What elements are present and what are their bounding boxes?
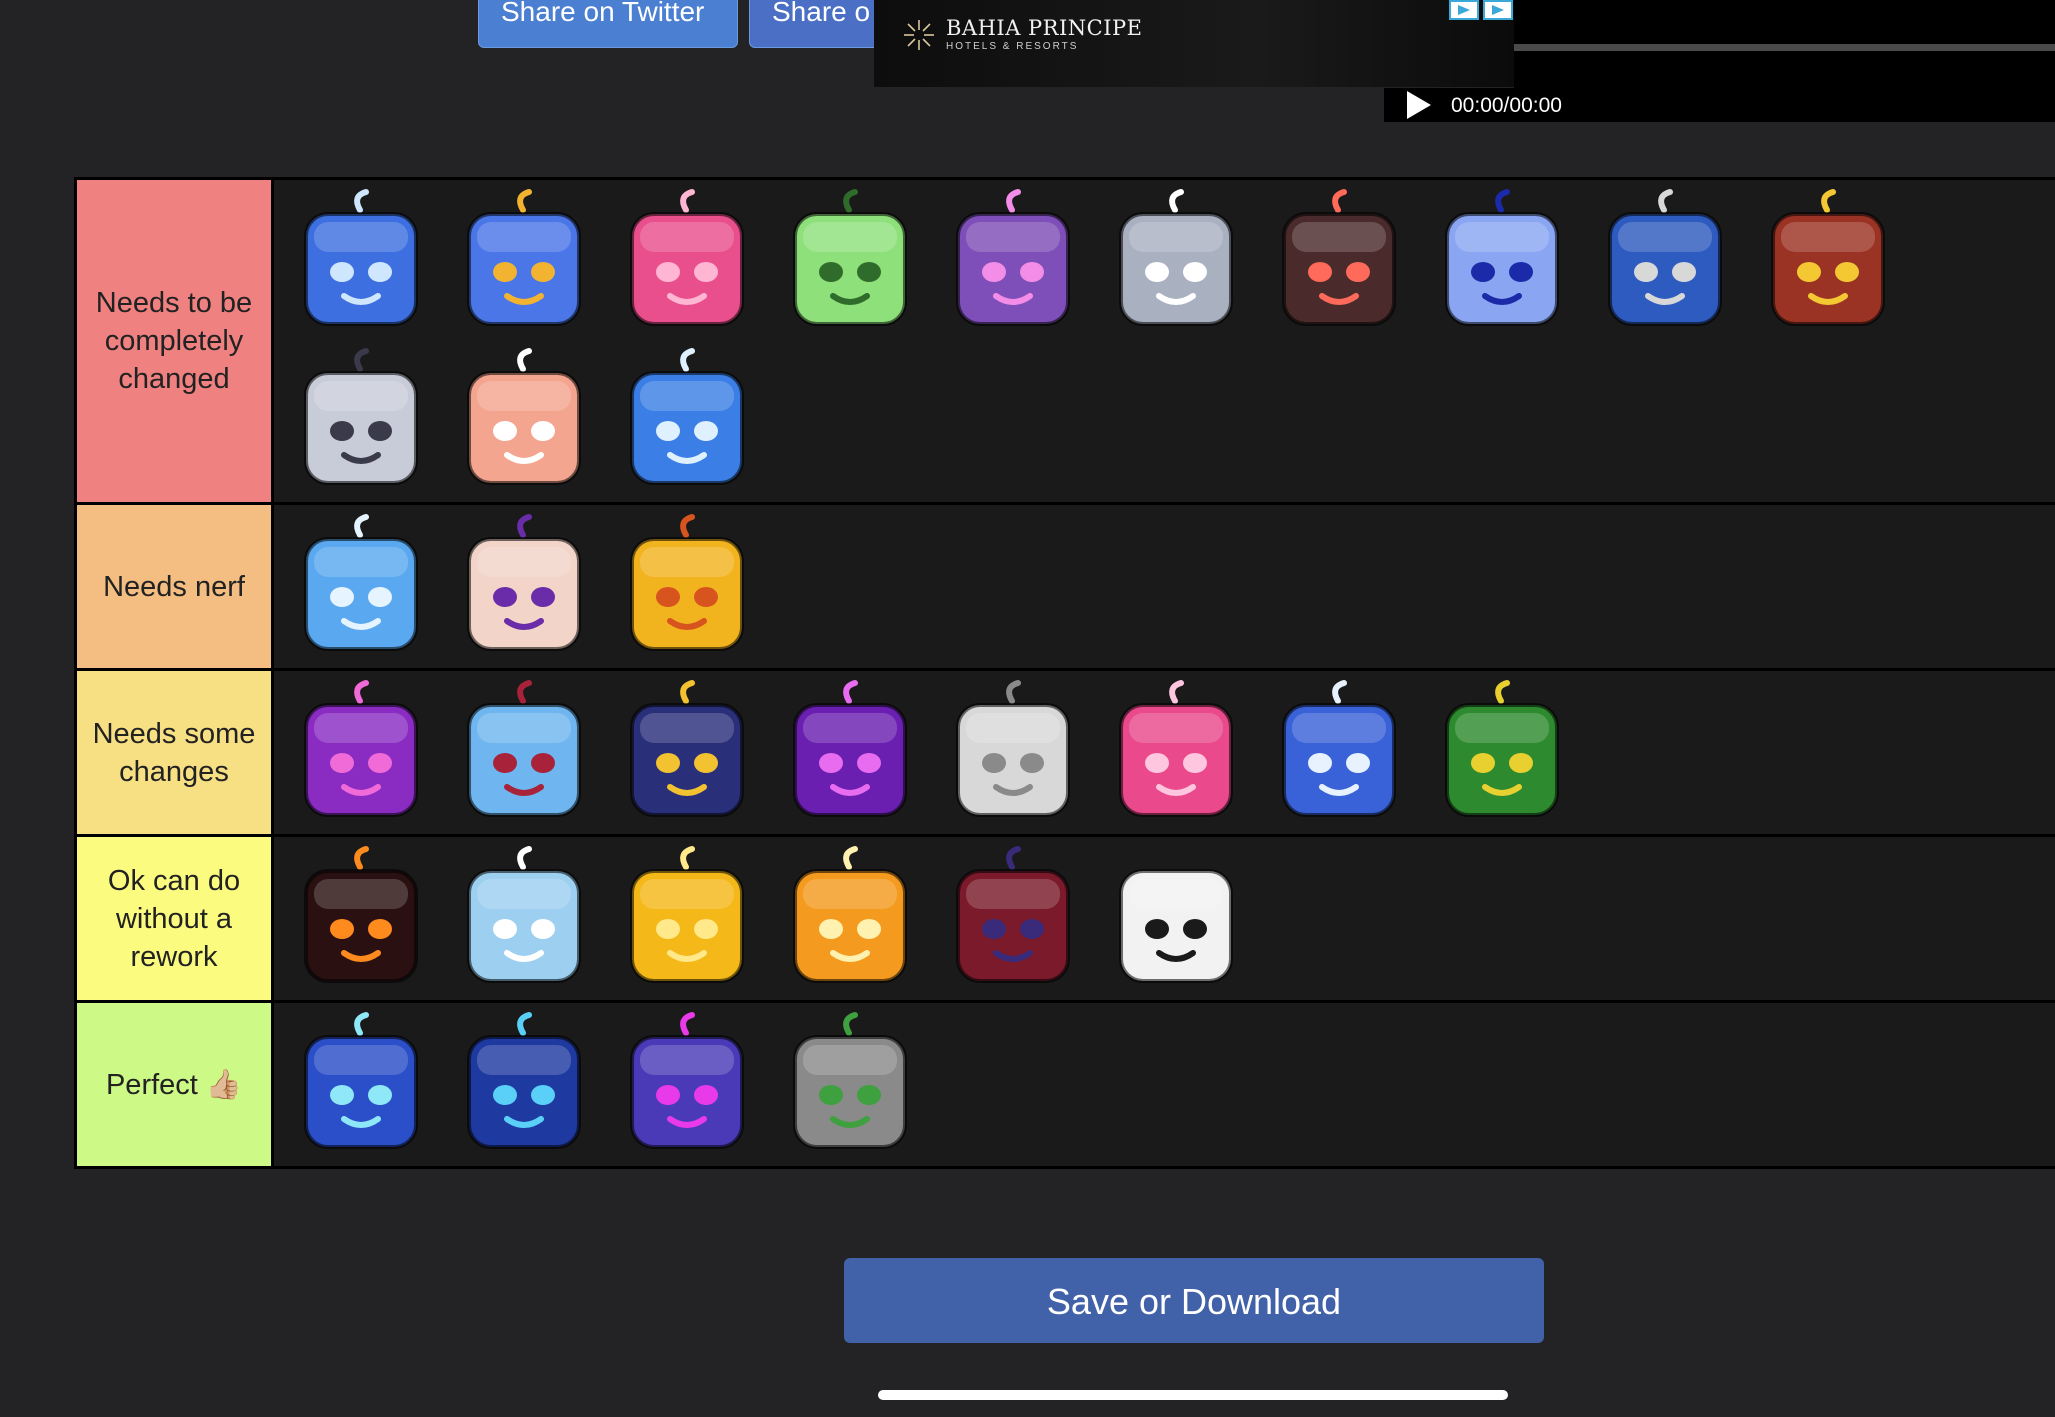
tier-items [274, 180, 2055, 502]
mammoth-fruit-icon[interactable] [610, 679, 763, 832]
play-icon[interactable] [1404, 88, 1434, 122]
home-indicator[interactable] [878, 1390, 1508, 1400]
grey-dragon-fruit-icon[interactable] [773, 1011, 926, 1164]
bandage-pink-fruit-icon[interactable] [447, 347, 600, 500]
video-progress-track[interactable] [1514, 44, 2055, 51]
green-smile-fruit-icon[interactable] [773, 188, 926, 341]
tier-items [274, 837, 2055, 1000]
bird-wing-fruit-icon[interactable] [1751, 188, 1904, 341]
cloud-face-fruit-icon[interactable] [284, 188, 437, 341]
tier-label[interactable]: Needs nerf [74, 505, 274, 668]
grey-wolf-fruit-icon[interactable] [1099, 188, 1252, 341]
tier-row: Needs to be completely changed [74, 180, 2055, 505]
tier-label[interactable]: Perfect 👍🏼 [74, 1003, 274, 1166]
purple-eye-fruit-icon[interactable] [610, 1011, 763, 1164]
tier-label[interactable]: Needs to be completely changed [74, 180, 274, 502]
tier-items [274, 505, 2055, 668]
dark-bomb-fruit-icon[interactable] [1262, 188, 1415, 341]
dragon-crown-fruit-icon[interactable] [447, 188, 600, 341]
tier-label[interactable]: Ok can do without a rework [74, 837, 274, 1000]
tier-items [274, 1003, 2055, 1166]
fluffy-cloud-fruit-icon[interactable] [1425, 188, 1578, 341]
save-download-button[interactable]: Save or Download [844, 1258, 1544, 1343]
share-twitter-button[interactable]: Share on Twitter [478, 0, 738, 48]
tier-row: Needs nerf [74, 505, 2055, 671]
pink-heart-fruit-icon[interactable] [1099, 679, 1252, 832]
orange-star-fruit-icon[interactable] [773, 845, 926, 998]
white-stone-fruit-icon[interactable] [284, 347, 437, 500]
planet-ring-fruit-icon[interactable] [936, 188, 1089, 341]
tier-items [274, 671, 2055, 834]
bat-wing-fruit-icon[interactable] [284, 679, 437, 832]
spiral-blue-fruit-icon[interactable] [284, 1011, 437, 1164]
ice-horn-fruit-icon[interactable] [284, 513, 437, 666]
green-horn-fruit-icon[interactable] [1425, 679, 1578, 832]
blue-flame-fruit-icon[interactable] [447, 1011, 600, 1164]
golden-light-fruit-icon[interactable] [610, 845, 763, 998]
share-other-button[interactable]: Share o [749, 0, 889, 48]
video-time: 00:00/00:00 [1451, 94, 1562, 117]
video-player[interactable] [1514, 0, 2055, 88]
ad-brand-subtitle: HOTELS & RESORTS [946, 41, 1079, 52]
blue-spiral-fruit-icon[interactable] [1588, 188, 1741, 341]
tier-label[interactable]: Needs some changes [74, 671, 274, 834]
ad-banner[interactable]: BAHIA PRINCIPE HOTELS & RESORTS [874, 0, 1514, 87]
mummy-wrap-fruit-icon[interactable] [936, 679, 1089, 832]
tier-row: Perfect 👍🏼 [74, 1003, 2055, 1169]
magma-fruit-icon[interactable] [284, 845, 437, 998]
tier-row: Ok can do without a rework [74, 837, 2055, 1003]
purple-shadow-fruit-icon[interactable] [773, 679, 926, 832]
dough-skull-fruit-icon[interactable] [447, 513, 600, 666]
ad-brand-name: BAHIA PRINCIPE [946, 16, 1143, 40]
pink-face-fruit-icon[interactable] [610, 188, 763, 341]
tier-row: Needs some changes [74, 671, 2055, 837]
ghost-fruit-icon[interactable] [1099, 845, 1252, 998]
tier-list: Needs to be completely changed Needs nerf… [74, 177, 2055, 1169]
sunburst-logo-icon [904, 20, 934, 50]
leopard-fruit-icon[interactable] [610, 513, 763, 666]
video-controls: 00:00/00:00 [1384, 88, 2055, 122]
lightning-crack-fruit-icon[interactable] [1262, 679, 1415, 832]
crystal-blue-fruit-icon[interactable] [610, 347, 763, 500]
mask-split-fruit-icon[interactable] [447, 679, 600, 832]
demon-dark-fruit-icon[interactable] [936, 845, 1089, 998]
snow-fruit-icon[interactable] [447, 845, 600, 998]
ad-choices-icon[interactable] [1448, 0, 1514, 20]
